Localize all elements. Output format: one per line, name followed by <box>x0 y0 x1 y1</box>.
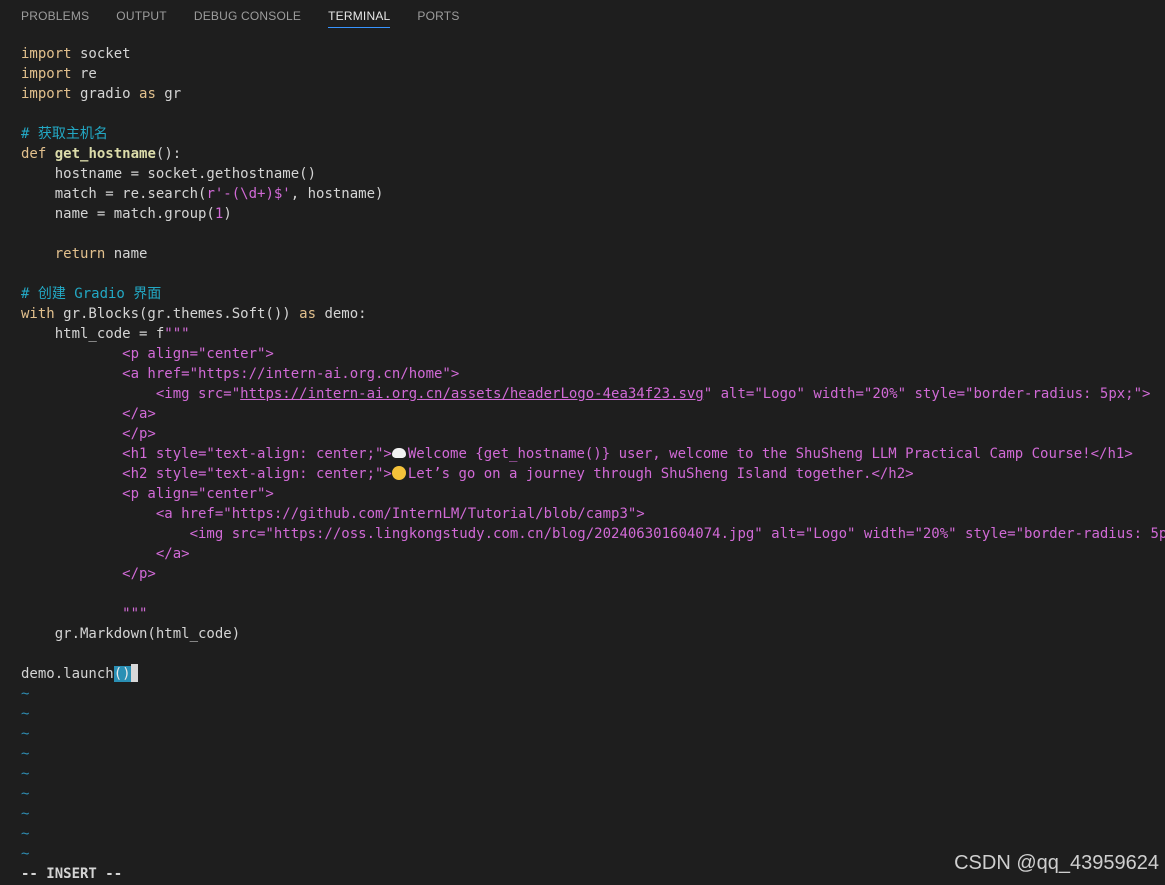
code-line-cursor: demo.launch() <box>21 664 1161 684</box>
keyword: import <box>21 86 72 102</box>
code-text: demo: <box>316 306 367 322</box>
code-text: name = match.group( <box>21 206 215 222</box>
text-cursor <box>130 664 138 682</box>
keyword: as <box>139 86 156 102</box>
keyword: as <box>299 306 317 322</box>
tab-terminal[interactable]: TERMINAL <box>328 0 391 28</box>
tab-ports[interactable]: PORTS <box>417 0 459 27</box>
watermark: CSDN @qq_43959624 <box>954 852 1159 874</box>
code-text: gr <box>155 86 182 102</box>
keyword: return <box>54 246 106 262</box>
code-text: (): <box>155 146 182 162</box>
code-line: <a href="https://github.com/InternLM/Tut… <box>21 506 645 522</box>
empty-line-tilde: ~ <box>21 826 30 842</box>
code-text: gr.Blocks(gr.themes.Soft()) <box>54 306 300 322</box>
code-line: </p> <box>21 426 156 442</box>
vim-mode-indicator: -- INSERT -- <box>21 866 123 882</box>
code-line: import re <box>21 64 1161 84</box>
code-line: </a> <box>21 406 156 422</box>
code-line: <p align="center"> <box>21 486 274 502</box>
code-line: <p align="center"> <box>21 346 274 362</box>
code-line: match = re.search(r'-(\d+)$', hostname) <box>21 184 1161 204</box>
cloud-emoji-icon <box>391 448 406 458</box>
tab-problems[interactable]: PROBLEMS <box>21 0 89 27</box>
code-line: </p> <box>21 566 156 582</box>
string-literal: <img src=" <box>21 386 241 402</box>
code-line: <h2 style="text-align: center;"> Let’s go… <box>21 464 1161 484</box>
code-text: , hostname) <box>290 186 384 202</box>
empty-line-tilde: ~ <box>21 786 30 802</box>
empty-line-tilde: ~ <box>21 726 30 742</box>
empty-line-tilde: ~ <box>21 746 30 762</box>
code-text: re <box>71 66 97 82</box>
empty-line-tilde: ~ <box>21 686 30 702</box>
code-text: ) <box>223 206 232 222</box>
code-line: </a> <box>21 546 190 562</box>
keyword: def <box>21 146 47 162</box>
code-line: import socket <box>21 44 1161 64</box>
code-text: socket <box>71 46 131 62</box>
code-line: def get_hostname(): <box>21 144 1161 164</box>
code-line: <img src="https://intern-ai.org.cn/asset… <box>21 384 1161 404</box>
string-literal: " alt="Logo" width="20%" style="border-r… <box>703 386 1151 402</box>
string-literal: <h2 style="text-align: center;"> <box>21 466 392 482</box>
panel-tab-bar: PROBLEMS OUTPUT DEBUG CONSOLE TERMINAL P… <box>0 0 1165 36</box>
code-line: name = match.group(1) <box>21 204 1161 224</box>
matched-parentheses: () <box>113 666 131 682</box>
tab-debug-console[interactable]: DEBUG CONSOLE <box>194 0 301 27</box>
string-literal: Let’s go on a journey through ShuSheng I… <box>407 466 914 482</box>
code-line: hostname = socket.gethostname() <box>21 166 317 182</box>
code-comment: # 创建 Gradio 界面 <box>21 286 162 302</box>
code-line: <a href="https://intern-ai.org.cn/home"> <box>21 366 460 382</box>
keyword: with <box>21 306 55 322</box>
code-line: with gr.Blocks(gr.themes.Soft()) as demo… <box>21 304 1161 324</box>
code-text: html_code = f <box>21 326 165 342</box>
string-literal: Welcome {get_hostname()} user, welcome t… <box>407 446 1133 462</box>
tab-output[interactable]: OUTPUT <box>116 0 167 27</box>
empty-line-tilde: ~ <box>21 766 30 782</box>
code-line: <img src="https://oss.lingkongstudy.com.… <box>21 526 1165 542</box>
code-line: import gradio as gr <box>21 84 1161 104</box>
terminal-editor[interactable]: import socket import re import gradio as… <box>21 44 1165 864</box>
code-text: gradio <box>71 86 140 102</box>
keyword: import <box>21 46 72 62</box>
code-line: gr.Markdown(html_code) <box>21 626 241 642</box>
string-literal: <h1 style="text-align: center;"> <box>21 446 392 462</box>
function-name: get_hostname <box>54 146 156 162</box>
smiley-emoji-icon <box>391 466 406 480</box>
code-text: name <box>105 246 148 262</box>
keyword: import <box>21 66 72 82</box>
empty-line-tilde: ~ <box>21 806 30 822</box>
url-link[interactable]: https://intern-ai.org.cn/assets/headerLo… <box>240 386 704 402</box>
string-literal: r'-(\d+)$' <box>206 186 291 202</box>
code-comment: # 获取主机名 <box>21 126 108 142</box>
code-text: match = re.search( <box>21 186 207 202</box>
code-line: return name <box>21 244 1161 264</box>
code-line: <h1 style="text-align: center;"> Welcome … <box>21 444 1161 464</box>
code-line: """ <box>21 606 148 622</box>
code-line: html_code = f""" <box>21 324 1161 344</box>
code-text: demo.launch <box>21 666 114 682</box>
string-literal: """ <box>164 326 190 342</box>
empty-line-tilde: ~ <box>21 706 30 722</box>
